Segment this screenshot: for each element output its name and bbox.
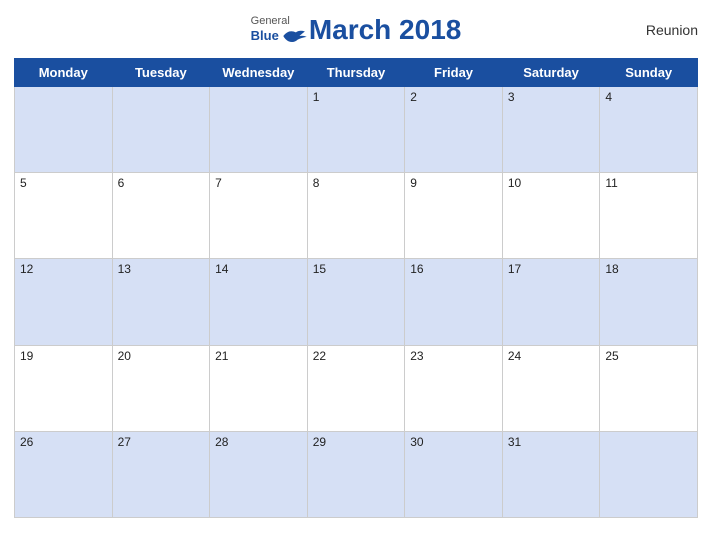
calendar-week-row: 5 6 7 8 9 10 11 <box>15 173 698 259</box>
calendar-day-cell: 13 <box>112 259 210 345</box>
day-number: 11 <box>605 176 617 190</box>
day-number: 18 <box>605 262 618 276</box>
calendar-day-cell: 15 <box>307 259 405 345</box>
day-number: 20 <box>118 349 131 363</box>
calendar-day-cell: 23 <box>405 345 503 431</box>
calendar-day-cell: 8 <box>307 173 405 259</box>
day-number: 22 <box>313 349 326 363</box>
weekday-header-sunday: Sunday <box>600 59 698 87</box>
calendar-title: March 2018 <box>309 14 462 46</box>
day-number: 16 <box>410 262 423 276</box>
logo-container: General Blue <box>251 15 309 45</box>
day-number: 13 <box>118 262 131 276</box>
calendar-day-cell: 5 <box>15 173 113 259</box>
weekday-header-thursday: Thursday <box>307 59 405 87</box>
logo-text: General Blue <box>251 15 309 45</box>
calendar-day-cell: 14 <box>210 259 308 345</box>
logo-general: General <box>251 15 309 27</box>
logo-bird-icon <box>281 27 309 45</box>
calendar-day-cell: 18 <box>600 259 698 345</box>
day-number: 2 <box>410 90 417 104</box>
day-number: 3 <box>508 90 515 104</box>
calendar-day-cell: 21 <box>210 345 308 431</box>
day-number: 17 <box>508 262 521 276</box>
calendar-day-cell: 4 <box>600 87 698 173</box>
day-number: 25 <box>605 349 618 363</box>
day-number: 24 <box>508 349 521 363</box>
day-number: 26 <box>20 435 33 449</box>
calendar-day-cell: 3 <box>502 87 600 173</box>
calendar-day-cell: 30 <box>405 431 503 517</box>
day-number: 4 <box>605 90 612 104</box>
calendar-day-cell <box>15 87 113 173</box>
calendar-day-cell: 6 <box>112 173 210 259</box>
calendar-day-cell: 2 <box>405 87 503 173</box>
weekday-header-tuesday: Tuesday <box>112 59 210 87</box>
calendar-week-row: 12 13 14 15 16 17 18 <box>15 259 698 345</box>
calendar-week-row: 19 20 21 22 23 24 25 <box>15 345 698 431</box>
calendar-day-cell: 12 <box>15 259 113 345</box>
calendar-week-row: 1 2 3 4 <box>15 87 698 173</box>
day-number: 30 <box>410 435 423 449</box>
day-number: 9 <box>410 176 417 190</box>
day-number: 15 <box>313 262 326 276</box>
calendar-day-cell <box>600 431 698 517</box>
weekday-header-friday: Friday <box>405 59 503 87</box>
weekday-header-monday: Monday <box>15 59 113 87</box>
calendar-day-cell: 20 <box>112 345 210 431</box>
calendar-day-cell: 25 <box>600 345 698 431</box>
calendar-day-cell: 16 <box>405 259 503 345</box>
calendar-week-row: 26 27 28 29 30 31 <box>15 431 698 517</box>
calendar-header: General Blue March 2018 Reunion <box>14 10 698 50</box>
day-number: 10 <box>508 176 521 190</box>
calendar-wrapper: General Blue March 2018 Reunion MondayTu… <box>0 0 712 550</box>
weekday-header-saturday: Saturday <box>502 59 600 87</box>
weekday-header-wednesday: Wednesday <box>210 59 308 87</box>
day-number: 6 <box>118 176 125 190</box>
region-label: Reunion <box>646 22 698 38</box>
day-number: 12 <box>20 262 33 276</box>
day-number: 31 <box>508 435 521 449</box>
day-number: 23 <box>410 349 423 363</box>
calendar-day-cell: 31 <box>502 431 600 517</box>
calendar-day-cell <box>112 87 210 173</box>
day-number: 29 <box>313 435 326 449</box>
calendar-day-cell: 17 <box>502 259 600 345</box>
calendar-day-cell: 22 <box>307 345 405 431</box>
day-number: 14 <box>215 262 228 276</box>
calendar-day-cell: 9 <box>405 173 503 259</box>
calendar-day-cell: 27 <box>112 431 210 517</box>
day-number: 1 <box>313 90 320 104</box>
calendar-table: MondayTuesdayWednesdayThursdayFridaySatu… <box>14 58 698 518</box>
calendar-day-cell: 28 <box>210 431 308 517</box>
day-number: 19 <box>20 349 33 363</box>
day-number: 7 <box>215 176 222 190</box>
calendar-day-cell: 11 <box>600 173 698 259</box>
calendar-day-cell: 10 <box>502 173 600 259</box>
calendar-day-cell: 19 <box>15 345 113 431</box>
day-number: 27 <box>118 435 131 449</box>
day-number: 8 <box>313 176 320 190</box>
logo-blue: Blue <box>251 29 279 43</box>
calendar-day-cell: 24 <box>502 345 600 431</box>
calendar-day-cell <box>210 87 308 173</box>
calendar-day-cell: 29 <box>307 431 405 517</box>
day-number: 28 <box>215 435 228 449</box>
calendar-day-cell: 26 <box>15 431 113 517</box>
day-number: 21 <box>215 349 228 363</box>
calendar-day-cell: 1 <box>307 87 405 173</box>
calendar-day-cell: 7 <box>210 173 308 259</box>
day-number: 5 <box>20 176 27 190</box>
